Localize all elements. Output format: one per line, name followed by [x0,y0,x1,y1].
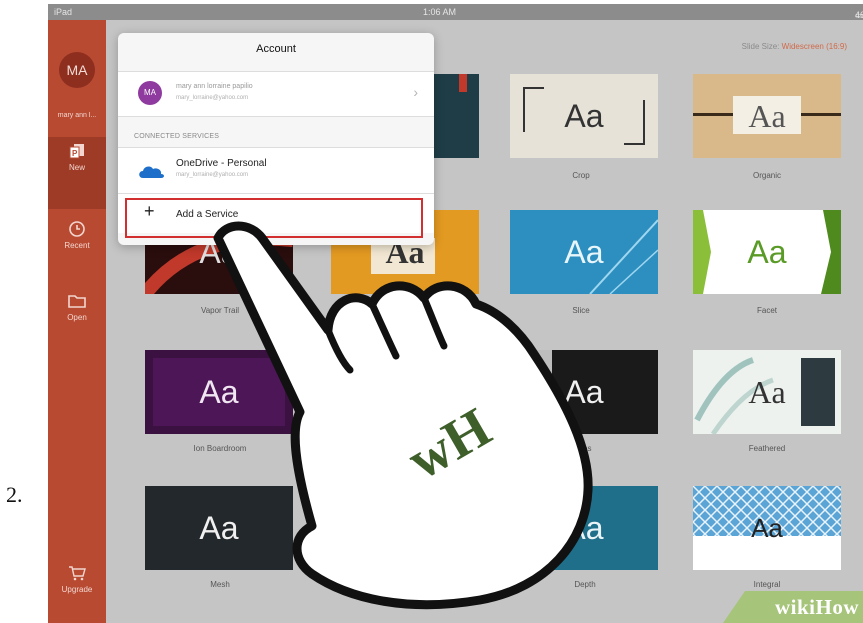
theme-label: Vapor Trail [200,306,240,315]
theme-thumbnail[interactable]: Aa [331,350,479,434]
theme-label: Berlin [395,580,417,589]
plus-icon: + [144,201,155,221]
connected-services-header: CONNECTED SERVICES [134,133,220,140]
sidebar-item-new[interactable]: P New [48,142,106,172]
theme-thumbnail-slice[interactable]: Aa [510,210,658,294]
theme-label: Depth [574,580,596,589]
add-service-button[interactable]: Add a Service [176,209,238,220]
theme-sample-text: Aa [564,509,604,546]
theme-label: Facet [756,306,777,315]
cart-icon [69,566,86,581]
onedrive-service-name: OneDrive - Personal [176,158,267,169]
theme-sample-text: Aa [385,509,425,546]
theme-thumbnail-integral[interactable]: Aa [693,486,841,570]
theme-label: Organic [752,171,781,180]
slide-size-value: Widescreen (16:9) [781,42,847,51]
theme-thumbnail-mesh[interactable]: Aa [145,486,293,570]
theme-sample-text: Aa [199,509,239,546]
account-row[interactable]: MA mary ann lorraine papilio mary_lorrai… [118,71,434,117]
step-number: 2. [6,482,23,507]
theme-sample-text: Aa [199,373,239,410]
sidebar-item-recent[interactable]: Recent [48,220,106,250]
theme-thumbnail-crop[interactable]: Aa [510,74,658,158]
wikihow-watermark: wikiHow [775,595,859,620]
clock-icon [69,221,85,237]
account-popover: Account MA mary ann lorraine papilio mar… [118,33,434,245]
theme-sample-text: Aa [564,233,604,270]
sidebar-item-label: Open [67,313,87,322]
chevron-right-icon: › [413,84,418,100]
status-time: 1:06 AM [423,7,457,17]
theme-label: Mesh [210,580,230,589]
onedrive-service-row[interactable]: OneDrive - Personal mary_lorraine@yahoo.… [118,147,434,193]
theme-sample-text: Aa [564,373,604,410]
status-bar: iPad 1:06 AM 46% ▭ [48,4,863,20]
onedrive-cloud-icon [139,166,164,178]
account-name: mary ann lorraine papilio [176,83,253,90]
theme-thumbnail-headlines[interactable]: Aa [510,350,658,434]
theme-label: dlines [570,444,592,453]
sidebar-item-upgrade[interactable]: Upgrade [48,564,106,594]
add-service-highlight [125,198,423,238]
wikihow-how: How [815,595,859,619]
theme-thumbnail-organic[interactable]: Aa [693,74,841,158]
folder-icon [68,295,86,308]
svg-text:P: P [72,149,78,158]
slide-size-label: Slide Size: [741,42,780,51]
new-document-icon: P [69,144,84,159]
theme-label: Ion Boardroom [193,444,247,453]
sidebar-user-name[interactable]: mary ann l... [48,112,106,119]
theme-sample-text: Aa [564,97,604,134]
theme-sample-text: Aa [748,97,786,134]
theme-thumbnail-ion-boardroom[interactable]: Aa [145,350,293,434]
avatar[interactable]: MA [59,52,95,88]
theme-thumbnail-depth[interactable]: Aa [510,486,658,570]
theme-label: Slice [572,306,590,315]
theme-sample-text: Aa [747,233,787,270]
onedrive-service-email: mary_lorraine@yahoo.com [176,172,249,178]
theme-sample-text: Aa [385,373,425,410]
sidebar-item-label: Upgrade [61,585,93,594]
theme-thumbnail-berlin[interactable]: Aa [331,486,479,570]
popover-title: Account [256,43,296,55]
theme-accent [459,74,467,92]
sidebar-item-open[interactable]: Open [48,292,106,322]
sidebar-item-label: New [68,163,85,172]
theme-thumbnail-facet[interactable]: Aa [693,210,841,294]
slide-size[interactable]: Slide Size: Widescreen (16:9) [742,42,847,51]
sidebar: MA mary ann l... P New Recent Open Upgra… [48,20,106,623]
device-label: iPad [54,7,73,17]
wikihow-wiki: wiki [774,595,816,619]
account-avatar: MA [138,81,162,105]
theme-sample-text: Aa [751,512,783,543]
sidebar-item-label: Recent [64,241,90,250]
theme-sample-text: Aa [748,373,786,410]
screenshot-frame: 2. iPad 1:06 AM 46% ▭ MA mary ann l... P… [0,0,863,623]
account-email: mary_lorraine@yahoo.com [176,95,249,101]
theme-label: Feathered [748,444,786,453]
theme-label: Integral [753,580,781,589]
battery-icon: ▭ [855,10,863,20]
theme-label: Crop [572,171,590,180]
theme-thumbnail-feathered[interactable]: Aa [693,350,841,434]
